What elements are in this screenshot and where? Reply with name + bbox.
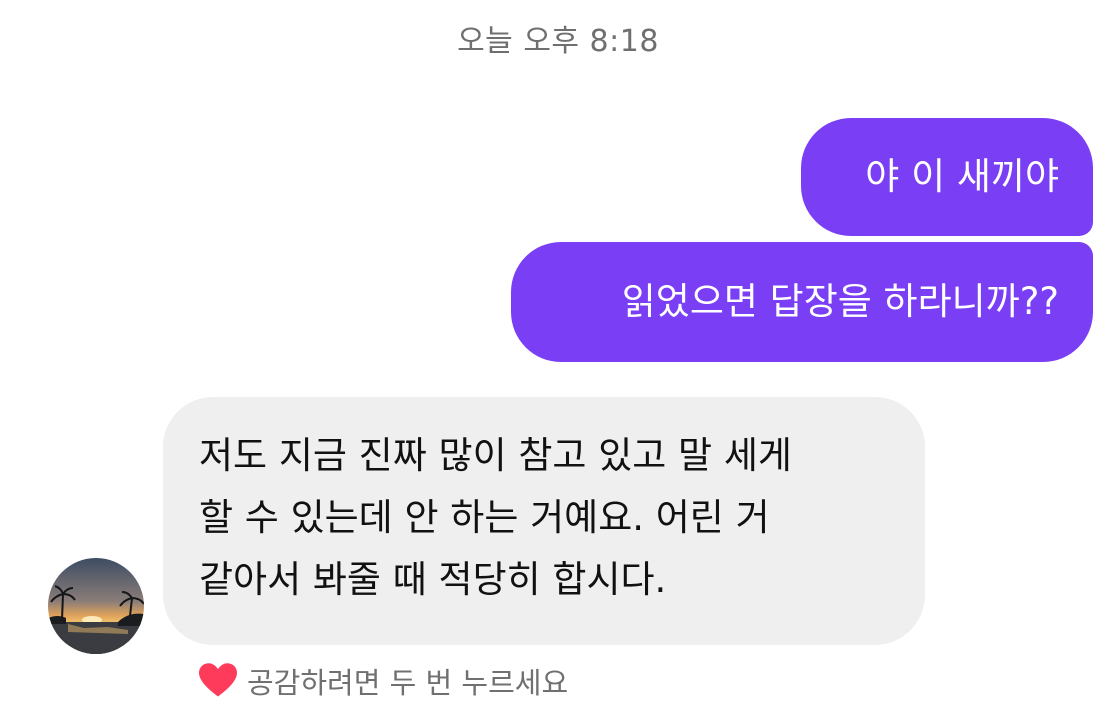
reaction-hint-text: 공감하려면 두 번 누르세요 — [247, 666, 569, 700]
sunset-beach-avatar-image — [48, 558, 144, 654]
sent-message-bubble[interactable]: 읽었으면 답장을 하라니까?? — [511, 242, 1093, 362]
received-message-line: 저도 지금 진짜 많이 참고 있고 말 세게 — [199, 434, 792, 477]
reaction-hint[interactable]: 공감하려면 두 번 누르세요 — [199, 660, 568, 702]
sent-message-text: 야 이 새끼야 — [865, 154, 1059, 198]
sent-message-text: 읽었으면 답장을 하라니까?? — [621, 279, 1059, 323]
received-message-line: 할 수 있는데 안 하는 거예요. 어린 거 — [199, 496, 770, 539]
contact-avatar[interactable] — [48, 558, 144, 654]
message-timestamp: 오늘 오후 8:18 — [457, 24, 659, 59]
heart-icon — [199, 663, 237, 697]
received-message-line: 같아서 봐줄 때 적당히 합시다. — [199, 558, 667, 601]
chat-thread: 오늘 오후 8:18 야 이 새끼야 읽었으면 답장을 하라니까?? 저도 지금… — [0, 0, 1116, 720]
received-message-bubble[interactable]: 저도 지금 진짜 많이 참고 있고 말 세게 할 수 있는데 안 하는 거예요.… — [163, 397, 925, 645]
sent-message-bubble[interactable]: 야 이 새끼야 — [801, 118, 1093, 236]
